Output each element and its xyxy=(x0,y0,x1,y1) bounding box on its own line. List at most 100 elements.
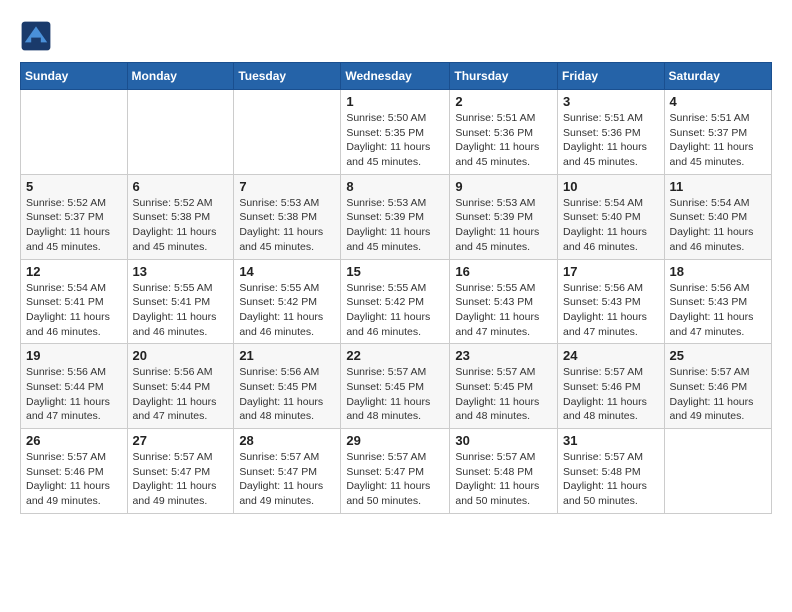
week-row-3: 12 Sunrise: 5:54 AM Sunset: 5:41 PM Dayli… xyxy=(21,259,772,344)
calendar-cell: 10 Sunrise: 5:54 AM Sunset: 5:40 PM Dayli… xyxy=(558,174,665,259)
day-info: Sunrise: 5:51 AM Sunset: 5:36 PM Dayligh… xyxy=(455,111,552,170)
calendar-table: SundayMondayTuesdayWednesdayThursdayFrid… xyxy=(20,62,772,514)
day-number: 10 xyxy=(563,179,659,194)
calendar-cell: 16 Sunrise: 5:55 AM Sunset: 5:43 PM Dayli… xyxy=(450,259,558,344)
week-row-4: 19 Sunrise: 5:56 AM Sunset: 5:44 PM Dayli… xyxy=(21,344,772,429)
day-number: 16 xyxy=(455,264,552,279)
calendar-cell: 6Sunrise: 5:52 AM Sunset: 5:38 PM Daylig… xyxy=(127,174,234,259)
day-number: 20 xyxy=(133,348,229,363)
weekday-header-tuesday: Tuesday xyxy=(234,63,341,90)
day-info: Sunrise: 5:53 AM Sunset: 5:39 PM Dayligh… xyxy=(346,196,444,255)
page-header xyxy=(20,20,772,52)
calendar-cell: 2 Sunrise: 5:51 AM Sunset: 5:36 PM Daylig… xyxy=(450,90,558,175)
day-number: 11 xyxy=(670,179,766,194)
day-info: Sunrise: 5:57 AM Sunset: 5:45 PM Dayligh… xyxy=(346,365,444,424)
calendar-cell: 26 Sunrise: 5:57 AM Sunset: 5:46 PM Dayli… xyxy=(21,429,128,514)
logo-icon xyxy=(20,20,52,52)
calendar-cell: 8Sunrise: 5:53 AM Sunset: 5:39 PM Daylig… xyxy=(341,174,450,259)
calendar-cell: 20 Sunrise: 5:56 AM Sunset: 5:44 PM Dayli… xyxy=(127,344,234,429)
calendar-cell: 22 Sunrise: 5:57 AM Sunset: 5:45 PM Dayli… xyxy=(341,344,450,429)
day-info: Sunrise: 5:57 AM Sunset: 5:47 PM Dayligh… xyxy=(346,450,444,509)
calendar-cell: 12 Sunrise: 5:54 AM Sunset: 5:41 PM Dayli… xyxy=(21,259,128,344)
calendar-cell: 9 Sunrise: 5:53 AM Sunset: 5:39 PM Daylig… xyxy=(450,174,558,259)
day-info: Sunrise: 5:53 AM Sunset: 5:38 PM Dayligh… xyxy=(239,196,335,255)
day-info: Sunrise: 5:55 AM Sunset: 5:43 PM Dayligh… xyxy=(455,281,552,340)
calendar-cell: 27Sunrise: 5:57 AM Sunset: 5:47 PM Dayli… xyxy=(127,429,234,514)
day-number: 13 xyxy=(133,264,229,279)
day-info: Sunrise: 5:53 AM Sunset: 5:39 PM Dayligh… xyxy=(455,196,552,255)
day-number: 29 xyxy=(346,433,444,448)
day-info: Sunrise: 5:54 AM Sunset: 5:40 PM Dayligh… xyxy=(563,196,659,255)
calendar-cell: 15 Sunrise: 5:55 AM Sunset: 5:42 PM Dayli… xyxy=(341,259,450,344)
day-number: 17 xyxy=(563,264,659,279)
week-row-5: 26 Sunrise: 5:57 AM Sunset: 5:46 PM Dayli… xyxy=(21,429,772,514)
weekday-header-friday: Friday xyxy=(558,63,665,90)
day-info: Sunrise: 5:57 AM Sunset: 5:48 PM Dayligh… xyxy=(455,450,552,509)
day-info: Sunrise: 5:52 AM Sunset: 5:37 PM Dayligh… xyxy=(26,196,122,255)
day-number: 9 xyxy=(455,179,552,194)
day-info: Sunrise: 5:54 AM Sunset: 5:41 PM Dayligh… xyxy=(26,281,122,340)
day-info: Sunrise: 5:55 AM Sunset: 5:42 PM Dayligh… xyxy=(239,281,335,340)
calendar-cell: 7 Sunrise: 5:53 AM Sunset: 5:38 PM Daylig… xyxy=(234,174,341,259)
calendar-cell: 11 Sunrise: 5:54 AM Sunset: 5:40 PM Dayli… xyxy=(664,174,771,259)
calendar-cell: 18 Sunrise: 5:56 AM Sunset: 5:43 PM Dayli… xyxy=(664,259,771,344)
day-number: 18 xyxy=(670,264,766,279)
day-number: 31 xyxy=(563,433,659,448)
calendar-cell xyxy=(21,90,128,175)
day-number: 28 xyxy=(239,433,335,448)
calendar-cell: 24 Sunrise: 5:57 AM Sunset: 5:46 PM Dayli… xyxy=(558,344,665,429)
day-info: Sunrise: 5:57 AM Sunset: 5:46 PM Dayligh… xyxy=(26,450,122,509)
day-number: 24 xyxy=(563,348,659,363)
logo xyxy=(20,20,56,52)
calendar-cell: 25 Sunrise: 5:57 AM Sunset: 5:46 PM Dayli… xyxy=(664,344,771,429)
day-info: Sunrise: 5:56 AM Sunset: 5:43 PM Dayligh… xyxy=(563,281,659,340)
day-number: 14 xyxy=(239,264,335,279)
day-info: Sunrise: 5:57 AM Sunset: 5:48 PM Dayligh… xyxy=(563,450,659,509)
day-number: 30 xyxy=(455,433,552,448)
day-number: 4 xyxy=(670,94,766,109)
calendar-cell: 29 Sunrise: 5:57 AM Sunset: 5:47 PM Dayli… xyxy=(341,429,450,514)
day-number: 15 xyxy=(346,264,444,279)
calendar-cell: 13 Sunrise: 5:55 AM Sunset: 5:41 PM Dayli… xyxy=(127,259,234,344)
day-info: Sunrise: 5:51 AM Sunset: 5:37 PM Dayligh… xyxy=(670,111,766,170)
calendar-cell: 4 Sunrise: 5:51 AM Sunset: 5:37 PM Daylig… xyxy=(664,90,771,175)
calendar-cell: 17 Sunrise: 5:56 AM Sunset: 5:43 PM Dayli… xyxy=(558,259,665,344)
day-number: 19 xyxy=(26,348,122,363)
calendar-cell: 30 Sunrise: 5:57 AM Sunset: 5:48 PM Dayli… xyxy=(450,429,558,514)
weekday-header-thursday: Thursday xyxy=(450,63,558,90)
day-info: Sunrise: 5:54 AM Sunset: 5:40 PM Dayligh… xyxy=(670,196,766,255)
week-row-1: 1Sunrise: 5:50 AM Sunset: 5:35 PM Daylig… xyxy=(21,90,772,175)
day-info: Sunrise: 5:57 AM Sunset: 5:46 PM Dayligh… xyxy=(563,365,659,424)
day-number: 22 xyxy=(346,348,444,363)
weekday-header-wednesday: Wednesday xyxy=(341,63,450,90)
weekday-header-row: SundayMondayTuesdayWednesdayThursdayFrid… xyxy=(21,63,772,90)
day-info: Sunrise: 5:56 AM Sunset: 5:44 PM Dayligh… xyxy=(133,365,229,424)
calendar-cell: 31 Sunrise: 5:57 AM Sunset: 5:48 PM Dayli… xyxy=(558,429,665,514)
weekday-header-monday: Monday xyxy=(127,63,234,90)
day-info: Sunrise: 5:57 AM Sunset: 5:47 PM Dayligh… xyxy=(133,450,229,509)
day-number: 23 xyxy=(455,348,552,363)
calendar-cell: 5Sunrise: 5:52 AM Sunset: 5:37 PM Daylig… xyxy=(21,174,128,259)
day-info: Sunrise: 5:56 AM Sunset: 5:43 PM Dayligh… xyxy=(670,281,766,340)
day-number: 26 xyxy=(26,433,122,448)
day-info: Sunrise: 5:55 AM Sunset: 5:41 PM Dayligh… xyxy=(133,281,229,340)
day-info: Sunrise: 5:57 AM Sunset: 5:45 PM Dayligh… xyxy=(455,365,552,424)
weekday-header-saturday: Saturday xyxy=(664,63,771,90)
day-number: 7 xyxy=(239,179,335,194)
day-info: Sunrise: 5:57 AM Sunset: 5:46 PM Dayligh… xyxy=(670,365,766,424)
calendar-cell: 1Sunrise: 5:50 AM Sunset: 5:35 PM Daylig… xyxy=(341,90,450,175)
calendar-cell: 19Sunrise: 5:56 AM Sunset: 5:44 PM Dayli… xyxy=(21,344,128,429)
calendar-cell: 28 Sunrise: 5:57 AM Sunset: 5:47 PM Dayli… xyxy=(234,429,341,514)
day-info: Sunrise: 5:57 AM Sunset: 5:47 PM Dayligh… xyxy=(239,450,335,509)
day-number: 3 xyxy=(563,94,659,109)
calendar-cell: 21Sunrise: 5:56 AM Sunset: 5:45 PM Dayli… xyxy=(234,344,341,429)
day-info: Sunrise: 5:51 AM Sunset: 5:36 PM Dayligh… xyxy=(563,111,659,170)
day-number: 25 xyxy=(670,348,766,363)
day-number: 6 xyxy=(133,179,229,194)
day-info: Sunrise: 5:55 AM Sunset: 5:42 PM Dayligh… xyxy=(346,281,444,340)
day-info: Sunrise: 5:50 AM Sunset: 5:35 PM Dayligh… xyxy=(346,111,444,170)
calendar-cell xyxy=(234,90,341,175)
weekday-header-sunday: Sunday xyxy=(21,63,128,90)
day-number: 2 xyxy=(455,94,552,109)
day-number: 12 xyxy=(26,264,122,279)
